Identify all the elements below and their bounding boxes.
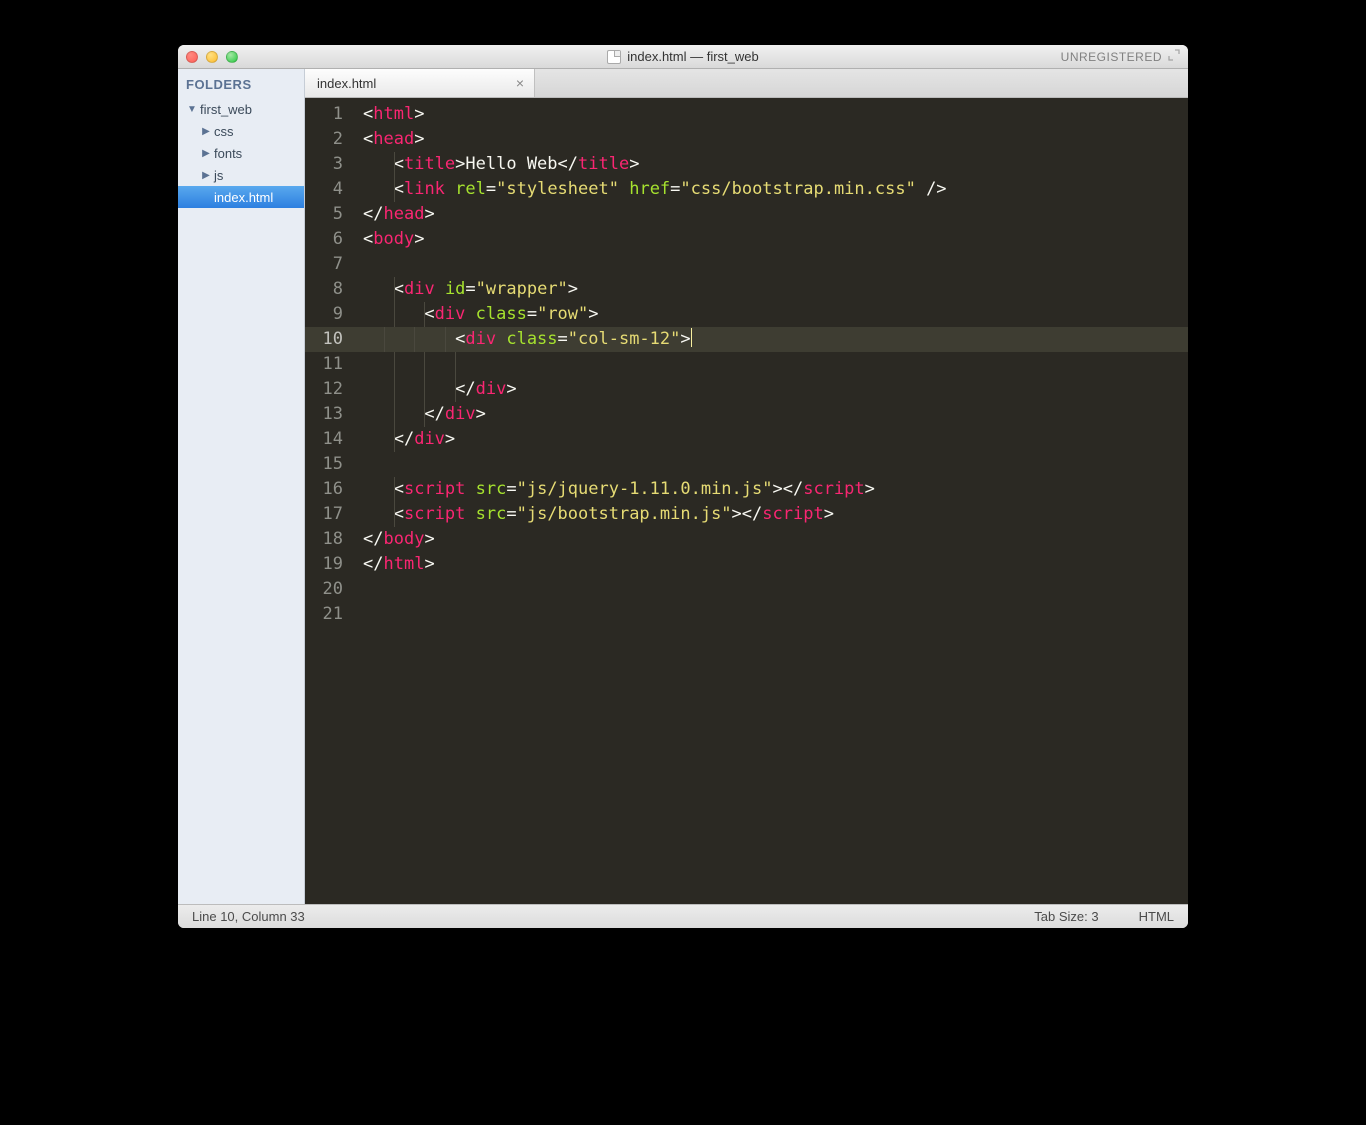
folder-label: fonts bbox=[214, 146, 242, 161]
code-line[interactable]: <div id="wrapper"> bbox=[363, 277, 1188, 302]
caret bbox=[691, 328, 692, 347]
gutter-line: 19 bbox=[317, 552, 343, 577]
close-icon[interactable]: × bbox=[516, 76, 524, 90]
cursor-position[interactable]: Line 10, Column 33 bbox=[192, 909, 305, 924]
chevron-down-icon: ▼ bbox=[186, 104, 198, 115]
gutter-line: 4 bbox=[317, 177, 343, 202]
code-line[interactable]: <div class="row"> bbox=[363, 302, 1188, 327]
gutter: 123456789101112131415161718192021 bbox=[305, 98, 353, 904]
gutter-line: 2 bbox=[317, 127, 343, 152]
file-icon bbox=[607, 50, 621, 64]
code-line[interactable] bbox=[363, 602, 1188, 627]
folder-root[interactable]: ▼ first_web bbox=[178, 98, 304, 120]
tabbar-empty[interactable] bbox=[535, 69, 1188, 97]
gutter-line: 7 bbox=[317, 252, 343, 277]
code-line[interactable]: </div> bbox=[363, 377, 1188, 402]
gutter-line: 14 bbox=[317, 427, 343, 452]
tabbar: index.html × bbox=[305, 69, 1188, 98]
code-line[interactable]: <title>Hello Web</title> bbox=[363, 152, 1188, 177]
app-window: index.html — first_web UNREGISTERED FOLD… bbox=[178, 45, 1188, 928]
code-line[interactable]: </div> bbox=[363, 402, 1188, 427]
code-content[interactable]: <html><head> <title>Hello Web</title> <l… bbox=[353, 98, 1188, 904]
gutter-line: 3 bbox=[317, 152, 343, 177]
folder-js[interactable]: ▶ js bbox=[178, 164, 304, 186]
chevron-right-icon: ▶ bbox=[200, 148, 212, 159]
gutter-line: 9 bbox=[317, 302, 343, 327]
chevron-right-icon: ▶ bbox=[200, 170, 212, 181]
editor-area: index.html × 123456789101112131415161718… bbox=[305, 69, 1188, 904]
gutter-line: 16 bbox=[317, 477, 343, 502]
window-title-text: index.html — first_web bbox=[627, 49, 759, 64]
code-line[interactable]: <body> bbox=[363, 227, 1188, 252]
code-line[interactable]: <script src="js/bootstrap.min.js"></scri… bbox=[363, 502, 1188, 527]
gutter-line: 6 bbox=[317, 227, 343, 252]
gutter-line: 5 bbox=[317, 202, 343, 227]
code-line[interactable]: </head> bbox=[363, 202, 1188, 227]
code-line[interactable]: <script src="js/jquery-1.11.0.min.js"></… bbox=[363, 477, 1188, 502]
code-line[interactable] bbox=[363, 452, 1188, 477]
code-line[interactable]: </body> bbox=[363, 527, 1188, 552]
chevron-right-icon: ▶ bbox=[200, 126, 212, 137]
code-line[interactable] bbox=[363, 352, 1188, 377]
file-index-html[interactable]: index.html bbox=[178, 186, 304, 208]
gutter-line: 11 bbox=[317, 352, 343, 377]
code-line[interactable] bbox=[363, 577, 1188, 602]
gutter-line: 20 bbox=[317, 577, 343, 602]
code-line[interactable]: </html> bbox=[363, 552, 1188, 577]
gutter-line: 13 bbox=[317, 402, 343, 427]
file-label: index.html bbox=[214, 190, 273, 205]
gutter-line: 18 bbox=[317, 527, 343, 552]
syntax-mode[interactable]: HTML bbox=[1139, 909, 1174, 924]
gutter-line: 8 bbox=[317, 277, 343, 302]
code-editor[interactable]: 123456789101112131415161718192021 <html>… bbox=[305, 98, 1188, 904]
code-line[interactable]: <div class="col-sm-12"> bbox=[353, 327, 1188, 352]
code-line[interactable]: <link rel="stylesheet" href="css/bootstr… bbox=[363, 177, 1188, 202]
code-line[interactable]: <html> bbox=[363, 102, 1188, 127]
folder-label: first_web bbox=[200, 102, 252, 117]
folder-label: js bbox=[214, 168, 223, 183]
titlebar: index.html — first_web UNREGISTERED bbox=[178, 45, 1188, 69]
folder-label: css bbox=[214, 124, 234, 139]
gutter-line: 1 bbox=[317, 102, 343, 127]
folder-fonts[interactable]: ▶ fonts bbox=[178, 142, 304, 164]
folder-css[interactable]: ▶ css bbox=[178, 120, 304, 142]
code-line[interactable] bbox=[363, 252, 1188, 277]
gutter-line: 15 bbox=[317, 452, 343, 477]
code-line[interactable]: </div> bbox=[363, 427, 1188, 452]
statusbar: Line 10, Column 33 Tab Size: 3 HTML bbox=[178, 904, 1188, 928]
sidebar-header: FOLDERS bbox=[178, 73, 304, 98]
gutter-line: 12 bbox=[317, 377, 343, 402]
gutter-line: 17 bbox=[317, 502, 343, 527]
window-title: index.html — first_web bbox=[178, 49, 1188, 64]
sidebar: FOLDERS ▼ first_web ▶ css ▶ fonts ▶ js i… bbox=[178, 69, 305, 904]
gutter-line: 21 bbox=[317, 602, 343, 627]
tab-label: index.html bbox=[317, 76, 376, 91]
code-line[interactable]: <head> bbox=[363, 127, 1188, 152]
tab-index-html[interactable]: index.html × bbox=[305, 69, 535, 97]
tab-size[interactable]: Tab Size: 3 bbox=[1034, 909, 1098, 924]
gutter-line: 10 bbox=[305, 327, 353, 352]
